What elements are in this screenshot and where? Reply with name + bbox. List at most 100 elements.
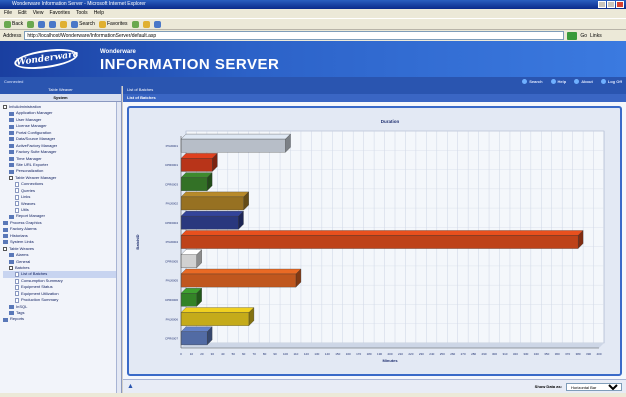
sidebar-scrollbar[interactable] (116, 102, 121, 393)
folder-icon (3, 227, 8, 232)
x-tick-label: 240 (429, 352, 434, 356)
menu-file[interactable]: File (4, 9, 12, 18)
search-icon (71, 20, 79, 28)
app-banner: Wonderware Wonderware INFORMATION SERVER (0, 41, 626, 77)
y-tick-label: PNJ0004 (166, 240, 179, 244)
bar (180, 331, 208, 346)
bar (180, 235, 579, 249)
sidebar-header: Table Weaver (0, 86, 121, 94)
main-content: List of Batches List of Batches Duration… (123, 86, 626, 393)
x-tick-label: 100 (283, 352, 288, 356)
browser-status-bar (0, 393, 626, 397)
x-tick-label: 80 (263, 352, 267, 356)
x-axis-label: Minutes (382, 358, 398, 363)
folder-icon (9, 124, 14, 129)
x-tick-label: 350 (544, 352, 549, 356)
scroll-up-icon[interactable]: ▲ (127, 383, 135, 390)
stop-icon (38, 20, 46, 28)
bar-top (180, 172, 213, 178)
y-tick-label: CPR0001 (165, 163, 178, 167)
favorites-button[interactable]: Favorites (98, 20, 128, 28)
expand-box-icon (9, 176, 13, 181)
menu-view[interactable]: View (33, 9, 44, 18)
search-label: Search (79, 21, 95, 27)
expand-box-icon (3, 105, 7, 110)
folder-icon (9, 259, 14, 264)
search-button[interactable]: Search (71, 20, 95, 28)
log-off-link[interactable]: Log Off (600, 77, 622, 86)
banner-title: INFORMATION SERVER (100, 56, 280, 73)
x-tick-label: 180 (367, 352, 372, 356)
minimize-button[interactable] (598, 1, 606, 8)
mail-button[interactable] (142, 20, 150, 28)
log-off-link-label: Log Off (607, 79, 622, 84)
bar-top (180, 268, 302, 275)
forward-button[interactable] (27, 20, 35, 28)
back-button[interactable]: Back (4, 20, 24, 28)
navigation-tree: InfoAdministration Application Manager Use… (0, 102, 121, 323)
batch-duration-chart: Duration 0 10 20 30 40 50 60 70 80 90 100 110 120 130 1… (135, 119, 605, 363)
show-data-select[interactable]: Horizontal BarVertical BarLineTable (566, 383, 622, 391)
about-link-label: About (581, 79, 593, 84)
x-tick-label: 40 (221, 352, 225, 356)
address-label: Address (3, 32, 22, 39)
about-link-icon (574, 79, 580, 84)
page-icon (15, 188, 19, 194)
refresh-icon (49, 20, 57, 28)
address-input[interactable]: http://localhost/Wonderware/InformationS… (24, 31, 565, 40)
sidebar-tab-system[interactable]: System (0, 94, 121, 102)
x-tick-label: 90 (273, 352, 277, 356)
print-button[interactable] (153, 20, 161, 28)
go-button[interactable] (567, 31, 578, 40)
help-link-icon (550, 79, 556, 84)
page-icon (15, 207, 19, 213)
forward-arrow-icon (27, 20, 35, 28)
wonderware-logo: Wonderware (13, 45, 79, 73)
folder-icon (3, 317, 8, 322)
go-label[interactable]: Go (580, 33, 587, 39)
x-tick-label: 400 (596, 352, 601, 356)
history-button[interactable] (131, 20, 139, 28)
about-link[interactable]: About (574, 77, 593, 86)
x-tick-label: 370 (565, 352, 570, 356)
back-label: Back (12, 21, 24, 27)
search-link[interactable]: Search (522, 77, 543, 86)
chart-panel: Duration 0 10 20 30 40 50 60 70 80 90 100 110 120 130 1… (127, 106, 622, 376)
x-tick-label: 220 (408, 352, 413, 356)
page-icon (15, 181, 19, 187)
page-icon (15, 272, 19, 278)
x-tick-label: 150 (335, 352, 340, 356)
page-icon (15, 291, 19, 297)
y-tick-label: CPR0004 (165, 221, 178, 225)
menu-favorites[interactable]: Favorites (49, 9, 70, 18)
x-tick-label: 330 (523, 352, 528, 356)
help-link[interactable]: Help (550, 77, 567, 86)
maximize-button[interactable] (607, 1, 615, 8)
show-data-label: Show Data as: (534, 384, 562, 389)
menu-bar: File Edit View Favorites Tools Help (0, 9, 626, 18)
x-tick-label: 170 (356, 352, 361, 356)
links-label[interactable]: Links (590, 33, 602, 39)
refresh-button[interactable] (49, 20, 57, 28)
x-tick-label: 320 (513, 352, 518, 356)
folder-icon (3, 233, 8, 238)
content-header: List of Batches (123, 86, 626, 94)
x-tick-label: 250 (440, 352, 445, 356)
bar-top (180, 153, 218, 159)
folder-icon (9, 311, 14, 316)
help-link-label: Help (557, 79, 567, 84)
stop-button[interactable] (38, 20, 46, 28)
connection-status: Connected (4, 79, 24, 84)
menu-tools[interactable]: Tools (76, 9, 88, 18)
home-button[interactable] (60, 20, 68, 28)
content-subheader: List of Batches (123, 94, 626, 102)
page-icon (15, 194, 19, 200)
close-button[interactable] (616, 1, 624, 8)
x-tick-label: 10 (190, 352, 194, 356)
menu-edit[interactable]: Edit (18, 9, 27, 18)
x-tick-label: 290 (482, 352, 487, 356)
tree-item-reports[interactable]: Reports (3, 316, 119, 322)
x-tick-label: 200 (387, 352, 392, 356)
window-title: Wonderware Information Server - Microsof… (12, 1, 146, 7)
menu-help[interactable]: Help (94, 9, 104, 18)
